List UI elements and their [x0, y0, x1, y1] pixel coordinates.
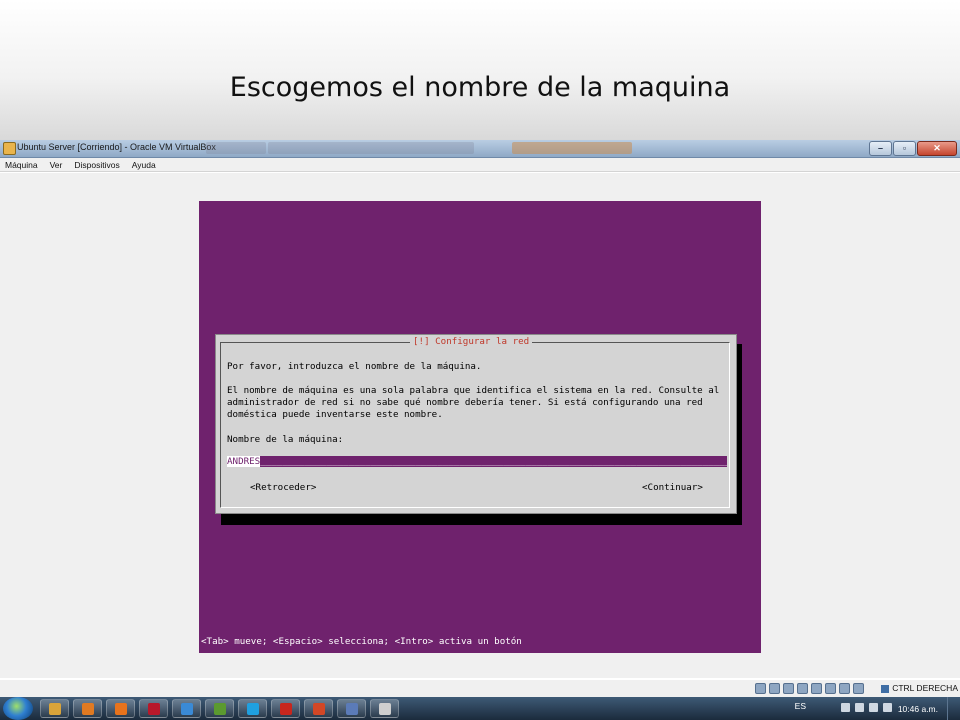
taskbar-app-button[interactable] — [172, 699, 201, 718]
language-indicator[interactable]: ES — [795, 701, 806, 711]
skype-icon — [247, 703, 259, 715]
virtualbox-icon — [346, 703, 358, 715]
volume-icon[interactable] — [883, 703, 892, 712]
minimize-icon[interactable]: – — [869, 141, 892, 156]
hostname-field-label: Nombre de la máquina: — [227, 434, 344, 445]
vm-console[interactable]: [!] Configurar la red Por favor, introdu… — [199, 201, 761, 653]
menu-ver[interactable]: Ver — [50, 158, 63, 171]
taskbar-app-button[interactable] — [106, 699, 135, 718]
background-window-tab — [206, 142, 266, 154]
display-icon[interactable] — [825, 683, 836, 694]
virtualization-icon[interactable] — [853, 683, 864, 694]
background-window-tab — [268, 142, 474, 154]
menu-ayuda[interactable]: Ayuda — [132, 158, 156, 171]
network-icon[interactable] — [797, 683, 808, 694]
dialog-title: [!] Configurar la red — [410, 335, 533, 348]
network-icon[interactable] — [869, 703, 878, 712]
window-title: Ubuntu Server [Corriendo] - Oracle VM Vi… — [17, 142, 216, 152]
taskbar-app-button[interactable] — [271, 699, 300, 718]
menu-dispositivos[interactable]: Dispositivos — [74, 158, 119, 171]
explorer-icon — [49, 703, 61, 715]
maximize-icon[interactable]: ▫ — [893, 141, 916, 156]
continue-button[interactable]: <Continuar> — [642, 482, 703, 493]
close-icon[interactable]: ✕ — [917, 141, 957, 156]
device-indicators — [755, 683, 864, 694]
menu-bar: Máquina Ver Dispositivos Ayuda — [0, 158, 960, 172]
media-player-icon — [82, 703, 94, 715]
taskbar-app-button[interactable] — [370, 699, 399, 718]
action-center-icon[interactable] — [855, 703, 864, 712]
description-line: El nombre de máquina es una sola palabra… — [227, 385, 720, 396]
taskbar-app-button[interactable] — [238, 699, 267, 718]
cd-icon[interactable] — [769, 683, 780, 694]
taskbar-app-button[interactable] — [304, 699, 333, 718]
keyboard-help-line: <Tab> mueve; <Espacio> selecciona; <Intr… — [201, 636, 522, 647]
chrome-icon — [379, 703, 391, 715]
slide-header: Escogemos el nombre de la maquina — [0, 0, 960, 140]
hostname-prompt: Por favor, introduzca el nombre de la má… — [227, 361, 482, 372]
hostname-value: ANDRES — [227, 456, 261, 467]
taskbar-app-button[interactable] — [337, 699, 366, 718]
clock[interactable]: 10:46 a.m. — [898, 704, 938, 714]
taskbar-app-button[interactable] — [40, 699, 69, 718]
capture-icon[interactable] — [839, 683, 850, 694]
show-desktop-button[interactable] — [947, 697, 960, 720]
back-button[interactable]: <Retroceder> — [250, 482, 316, 493]
flash-icon — [148, 703, 160, 715]
hard-disk-icon[interactable] — [755, 683, 766, 694]
host-key-icon — [881, 684, 890, 693]
usb-icon[interactable] — [783, 683, 794, 694]
input-fill: ________________________________________… — [260, 456, 727, 467]
taskbar-app-button[interactable] — [139, 699, 168, 718]
firefox-icon — [115, 703, 127, 715]
background-window-tab — [512, 142, 632, 154]
powerpoint-icon — [313, 703, 325, 715]
acrobat-icon — [280, 703, 292, 715]
window-controls: – ▫ ✕ — [869, 141, 957, 156]
description-line: doméstica puede inventarse este nombre. — [227, 409, 443, 420]
hostname-input[interactable]: ANDRES__________________________________… — [227, 456, 727, 467]
network-config-dialog: [!] Configurar la red Por favor, introdu… — [215, 334, 737, 514]
taskbar-app-button[interactable] — [205, 699, 234, 718]
internet-explorer-icon — [181, 703, 193, 715]
virtualbox-app-icon — [3, 142, 16, 155]
start-button[interactable] — [3, 697, 33, 720]
description-line: administrador de red si no sabe qué nomb… — [227, 397, 703, 408]
show-hidden-icons-icon[interactable] — [841, 703, 850, 712]
taskbar-app-button[interactable] — [73, 699, 102, 718]
shared-folder-icon[interactable] — [811, 683, 822, 694]
host-key-label: CTRL DERECHA — [892, 683, 958, 693]
host-key-indicator: CTRL DERECHA — [881, 683, 958, 693]
vm-status-bar: CTRL DERECHA — [0, 680, 960, 697]
slide-title: Escogemos el nombre de la maquina — [229, 72, 731, 103]
taskbar: ES 10:46 a.m. — [0, 697, 960, 720]
menu-maquina[interactable]: Máquina — [5, 158, 38, 171]
dreamweaver-icon — [214, 703, 226, 715]
tray-icons — [841, 703, 892, 712]
window-titlebar[interactable]: Ubuntu Server [Corriendo] - Oracle VM Vi… — [0, 140, 960, 158]
